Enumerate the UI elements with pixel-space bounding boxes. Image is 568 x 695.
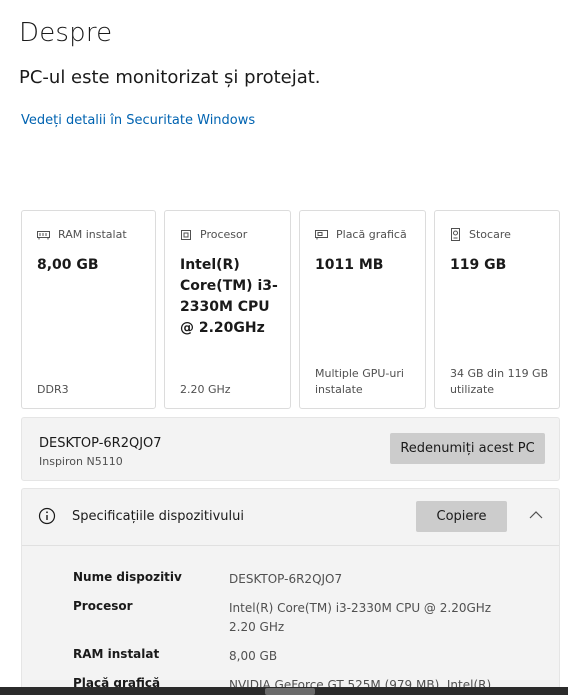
graphics-card-icon <box>315 230 328 240</box>
graphics-card-footer: Multiple GPU-uri instalate <box>315 367 404 396</box>
graphics-card-label: Placă grafică <box>336 228 407 241</box>
device-specs-title: Specificațiile dispozitivului <box>72 509 245 524</box>
processor-card-footer: 2.20 GHz <box>180 383 231 396</box>
storage-card: Stocare 119 GB 34 GB din 119 GB utilizat… <box>434 210 560 409</box>
storage-card-label: Stocare <box>469 228 511 241</box>
device-specs-panel: Specificațiile dispozitivului Copiere Nu… <box>21 488 560 695</box>
spec-value: 8,00 GB <box>229 649 278 663</box>
storage-card-header: Stocare <box>450 228 511 241</box>
page-title: Despre <box>19 18 113 48</box>
processor-card-header: Procesor <box>180 228 247 241</box>
about-page: Despre PC-ul este monitorizat și proteja… <box>0 0 568 695</box>
ram-card-value: 8,00 GB <box>37 257 99 273</box>
ram-card-label: RAM instalat <box>58 228 127 241</box>
scrollbar-thumb[interactable] <box>265 688 315 695</box>
rename-pc-button[interactable]: Redenumiți acest PC <box>390 433 545 464</box>
pc-name-panel: DESKTOP-6R2QJO7 Inspiron N5110 Redenumiț… <box>21 417 560 481</box>
ram-icon <box>37 230 50 239</box>
protection-status: PC-ul este monitorizat și protejat. <box>19 67 321 88</box>
processor-card-label: Procesor <box>200 228 248 241</box>
info-icon <box>38 507 56 525</box>
copy-button[interactable]: Copiere <box>416 501 507 532</box>
processor-icon <box>181 229 191 240</box>
windows-security-link[interactable]: Vedeți detalii în Securitate Windows <box>21 113 255 128</box>
storage-card-footer: 34 GB din 119 GB utilizate <box>450 367 549 396</box>
processor-card: Procesor Intel(R) Core(TM) i3-2330M CPU … <box>164 210 291 409</box>
spec-key: RAM instalat <box>73 647 160 661</box>
spec-value: DESKTOP-6R2QJO7 <box>229 572 343 586</box>
storage-icon <box>451 228 460 241</box>
graphics-card-value: 1011 MB <box>315 257 384 273</box>
spec-value: Intel(R) Core(TM) i3-2330M CPU @ 2.20GHz… <box>229 601 492 634</box>
graphics-card: Placă grafică 1011 MB Multiple GPU-uri i… <box>299 210 426 409</box>
ram-card-footer: DDR3 <box>37 383 69 396</box>
storage-card-value: 119 GB <box>450 257 507 273</box>
ram-card-header: RAM instalat <box>37 228 127 241</box>
chevron-up-icon[interactable] <box>528 509 544 521</box>
pc-model: Inspiron N5110 <box>39 455 123 468</box>
spec-key: Procesor <box>73 599 133 613</box>
spec-key: Nume dispozitiv <box>73 570 182 584</box>
ram-card: RAM instalat 8,00 GB DDR3 <box>21 210 156 409</box>
device-specs-header[interactable]: Specificațiile dispozitivului Copiere <box>22 489 559 546</box>
processor-card-value: Intel(R) Core(TM) i3-2330M CPU @ 2.20GHz <box>180 257 278 336</box>
pc-name: DESKTOP-6R2QJO7 <box>39 436 162 451</box>
graphics-card-header: Placă grafică <box>315 228 407 241</box>
